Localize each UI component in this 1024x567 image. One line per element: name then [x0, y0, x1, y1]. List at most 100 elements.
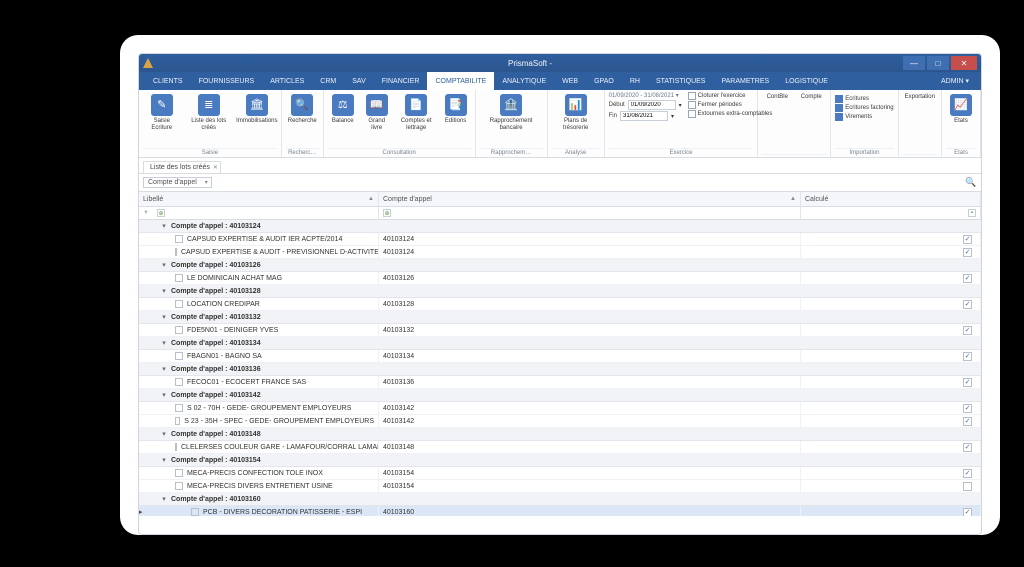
group-header[interactable]: ▾Compte d'appel : 40103142: [139, 389, 981, 402]
cell-calcule-check[interactable]: [963, 378, 972, 387]
ribbon-tab-clients[interactable]: CLIENTS: [145, 72, 191, 90]
filter-compte[interactable]: ⊕: [383, 209, 391, 217]
collapse-icon[interactable]: ▾: [159, 391, 169, 399]
btn-saisie-ecriture[interactable]: ✎Saisie Ecriture: [143, 92, 180, 147]
btn-liste-lots[interactable]: ≣Liste des lots créés: [184, 92, 232, 147]
btn-balance[interactable]: ⚖Balance: [328, 92, 358, 147]
group-header[interactable]: ▾Compte d'appel : 40103132: [139, 311, 981, 324]
cell-calcule-check[interactable]: [963, 235, 972, 244]
row-checkbox[interactable]: [175, 274, 183, 282]
btn-immobilisations[interactable]: 🏛Immobilisations: [237, 92, 277, 147]
col-libelle[interactable]: Libellé▲: [139, 192, 379, 206]
collapse-icon[interactable]: ▾: [159, 456, 169, 464]
date-fin-input[interactable]: [620, 111, 668, 121]
row-checkbox[interactable]: [175, 404, 183, 412]
doctab-liste-lots[interactable]: Liste des lots créés✕: [143, 161, 221, 173]
collapse-icon[interactable]: ▾: [159, 339, 169, 347]
filter-libelle[interactable]: ⊕: [157, 209, 165, 217]
collapse-icon[interactable]: ▾: [159, 495, 169, 503]
collapse-icon[interactable]: ▾: [159, 261, 169, 269]
table-row[interactable]: FDE5N01 - DEINIGER YVES40103132: [139, 324, 981, 337]
date-debut-input[interactable]: [628, 100, 676, 110]
collapse-icon[interactable]: ▾: [159, 365, 169, 373]
ribbon-tab-web[interactable]: WEB: [554, 72, 586, 90]
group-header[interactable]: ▾Compte d'appel : 40103160: [139, 493, 981, 506]
minimize-button[interactable]: —: [903, 56, 925, 70]
cell-calcule-check[interactable]: [963, 326, 972, 335]
import-factoring[interactable]: Ecritures factoring: [835, 104, 893, 112]
btn-editions[interactable]: 📑Editions: [441, 92, 471, 147]
row-checkbox[interactable]: [175, 300, 183, 308]
row-checkbox[interactable]: [175, 235, 183, 243]
table-row[interactable]: S 23 - 35H - SPEC - GEDE- GROUPEMENT EMP…: [139, 415, 981, 428]
ribbon-tab-comptabilite[interactable]: COMPTABILITE: [427, 72, 494, 90]
collapse-icon[interactable]: ▾: [159, 313, 169, 321]
cell-calcule-check[interactable]: [963, 352, 972, 361]
table-row[interactable]: FECOC01 - ECOCERT FRANCE SAS40103136: [139, 376, 981, 389]
table-row[interactable]: MECA-PRECIS CONFECTION TOLE INOX40103154: [139, 467, 981, 480]
btn-recherche[interactable]: 🔍Recherche: [286, 92, 319, 147]
table-row[interactable]: CAPSUD EXPERTISE & AUDIT IER ACPTE/20144…: [139, 233, 981, 246]
table-row[interactable]: MECA-PRECIS DIVERS ENTRETIENT USINE40103…: [139, 480, 981, 493]
ribbon-tab-logistique[interactable]: LOGISTIQUE: [777, 72, 836, 90]
group-header[interactable]: ▾Compte d'appel : 40103136: [139, 363, 981, 376]
collapse-icon[interactable]: ▾: [159, 430, 169, 438]
table-row[interactable]: S 02 - 70H - GEDE- GROUPEMENT EMPLOYEURS…: [139, 402, 981, 415]
col-calcule[interactable]: Calculé: [801, 192, 981, 206]
filter-funnel-icon[interactable]: ▼: [143, 210, 149, 216]
ribbon-tab-analytique[interactable]: ANALYTIQUE: [494, 72, 554, 90]
group-header[interactable]: ▾Compte d'appel : 40103154: [139, 454, 981, 467]
collapse-icon[interactable]: ▾: [159, 222, 169, 230]
cell-calcule-check[interactable]: [963, 417, 972, 426]
ribbon-tab-financier[interactable]: FINANCIER: [374, 72, 428, 90]
btn-exportation[interactable]: Exportation: [903, 92, 937, 153]
close-icon[interactable]: ✕: [213, 164, 218, 171]
group-header[interactable]: ▾Compte d'appel : 40103124: [139, 220, 981, 233]
row-checkbox[interactable]: [191, 508, 199, 516]
btn-contble[interactable]: ContBle: [762, 92, 792, 153]
ribbon-tab-crm[interactable]: CRM: [312, 72, 344, 90]
cell-calcule-check[interactable]: [963, 300, 972, 309]
table-row[interactable]: CLELERSES COULEUR GARE - LAMAFOUR/CORRAL…: [139, 441, 981, 454]
ribbon-tab-sav[interactable]: SAV: [344, 72, 374, 90]
ribbon-tab-parametres[interactable]: PARAMETRES: [713, 72, 777, 90]
table-row[interactable]: LOCATION CREDIPAR40103128: [139, 298, 981, 311]
table-row[interactable]: PCB - DIVERS DECORATION PATISSERIE - ESP…: [139, 506, 981, 516]
ribbon-tab-statistiques[interactable]: STATISTIQUES: [648, 72, 714, 90]
btn-etats[interactable]: 📈Etats: [946, 92, 976, 147]
row-checkbox[interactable]: [175, 248, 177, 256]
ribbon-tab-articles[interactable]: ARTICLES: [262, 72, 312, 90]
ribbon-tab-fournisseurs[interactable]: FOURNISSEURS: [191, 72, 263, 90]
table-row[interactable]: FBAGN01 - BAGNO SA40103134: [139, 350, 981, 363]
group-header[interactable]: ▾Compte d'appel : 40103134: [139, 337, 981, 350]
cell-calcule-check[interactable]: [963, 469, 972, 478]
maximize-button[interactable]: □: [927, 56, 949, 70]
table-row[interactable]: CAPSUD EXPERTISE & AUDIT - PREVISIONNEL …: [139, 246, 981, 259]
cell-calcule-check[interactable]: [963, 404, 972, 413]
cell-calcule-check[interactable]: [963, 443, 972, 452]
row-checkbox[interactable]: [175, 326, 183, 334]
row-checkbox[interactable]: [175, 352, 183, 360]
group-header[interactable]: ▾Compte d'appel : 40103126: [139, 259, 981, 272]
row-checkbox[interactable]: [175, 443, 177, 451]
search-icon[interactable]: 🔍: [965, 177, 977, 188]
group-header[interactable]: ▾Compte d'appel : 40103148: [139, 428, 981, 441]
group-header[interactable]: ▾Compte d'appel : 40103128: [139, 285, 981, 298]
table-row[interactable]: LE DOMINICAIN ACHAT MAG40103126: [139, 272, 981, 285]
btn-rapprochement[interactable]: 🏦Rapprochement bancaire: [480, 92, 543, 147]
btn-grand-livre[interactable]: 📖Grand livre: [362, 92, 392, 147]
row-checkbox[interactable]: [175, 482, 183, 490]
cell-calcule-check[interactable]: [963, 482, 972, 491]
row-checkbox[interactable]: [175, 469, 183, 477]
btn-comptes-lettrage[interactable]: 📄Comptes et lettrage: [396, 92, 437, 147]
ribbon-tab-rh[interactable]: RH: [622, 72, 648, 90]
import-virements[interactable]: Virements: [835, 113, 893, 121]
row-checkbox[interactable]: [175, 378, 183, 386]
btn-plans-tresorerie[interactable]: 📊Plans de trésorerie: [552, 92, 600, 147]
btn-compte[interactable]: Compte: [796, 92, 826, 153]
cell-calcule-check[interactable]: [963, 508, 972, 517]
ribbon-tab-gpao[interactable]: GPAO: [586, 72, 622, 90]
row-checkbox[interactable]: [175, 417, 180, 425]
cell-calcule-check[interactable]: [963, 274, 972, 283]
user-menu[interactable]: ADMIN ▾: [941, 77, 975, 85]
